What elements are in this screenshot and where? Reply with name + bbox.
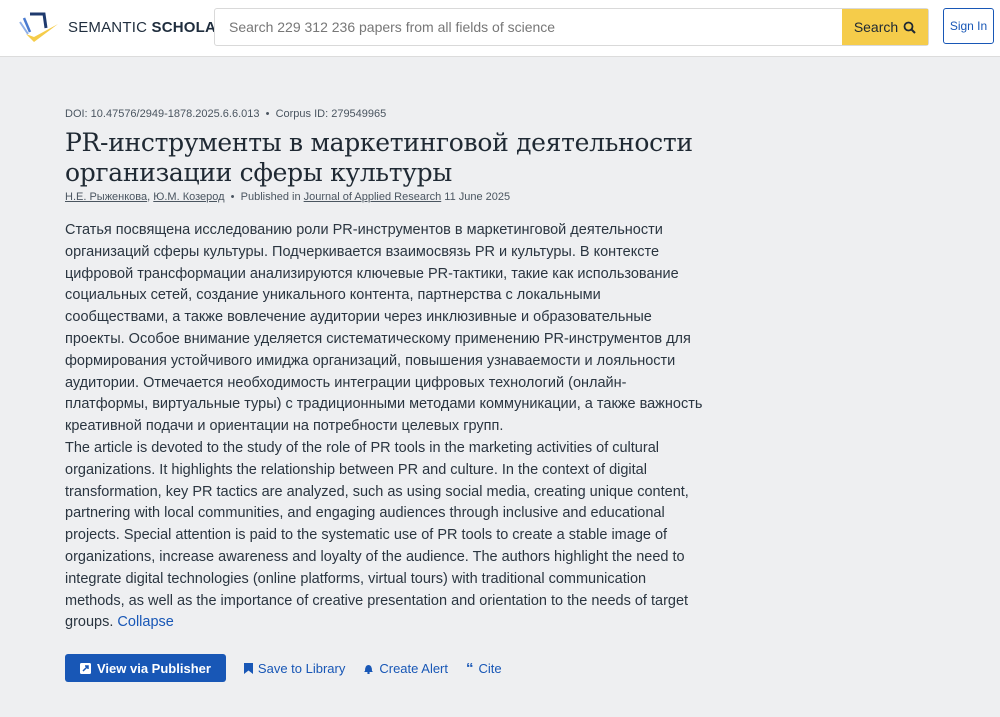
abstract-ru: Статья посвящена исследованию роли PR-ин… — [65, 222, 703, 435]
quote-icon: “ — [466, 659, 474, 677]
byline: Н.Е. Рыженкова, Ю.М. Козерод • Published… — [65, 191, 511, 203]
bookmark-icon — [243, 662, 253, 674]
external-link-icon — [80, 662, 91, 674]
paper-detail: DOI: 10.47576/2949-1878.2025.6.6.013 • C… — [65, 108, 705, 683]
create-alert-button[interactable]: Create Alert — [363, 661, 448, 676]
sign-in-button[interactable]: Sign In — [943, 8, 994, 44]
cite-button[interactable]: “ Cite — [466, 660, 502, 677]
search-icon — [903, 21, 916, 34]
search-input[interactable] — [215, 9, 842, 45]
author-link[interactable]: Н.Е. Рыженкова — [65, 191, 147, 203]
publication-date: 11 June 2025 — [444, 191, 511, 203]
doi: DOI: 10.47576/2949-1878.2025.6.6.013 — [65, 108, 260, 120]
save-to-library-button[interactable]: Save to Library — [243, 660, 346, 676]
search-bar: Search — [214, 8, 929, 46]
view-via-publisher-label: View via Publisher — [97, 660, 211, 676]
published-prefix: Published in — [240, 191, 301, 203]
semantic-scholar-logo[interactable]: SEMANTIC SCHOLAR — [16, 10, 227, 44]
logo-icon — [19, 12, 58, 42]
alert-label: Create Alert — [379, 660, 449, 676]
top-bar: SEMANTIC SCHOLAR Search Sign In — [0, 0, 1000, 57]
paper-meta: DOI: 10.47576/2949-1878.2025.6.6.013 • C… — [65, 108, 387, 120]
author-link[interactable]: Ю.М. Козерод — [153, 191, 224, 203]
venue-link[interactable]: Journal of Applied Research — [304, 191, 442, 203]
corpus-id: Corpus ID: 279549965 — [275, 108, 387, 120]
bell-icon — [364, 664, 374, 674]
search-button-label: Search — [853, 19, 899, 35]
abstract-en-text: The article is devoted to the study of t… — [65, 439, 689, 631]
cite-label: Cite — [478, 660, 502, 676]
abstract: Статья посвящена исследованию роли PR-ин… — [65, 220, 705, 634]
abstract-en: The article is devoted to the study of t… — [65, 438, 705, 634]
paper-title: PR-инструменты в маркетинговой деятельно… — [65, 128, 693, 187]
logo-text-light: SEMANTIC — [68, 18, 152, 36]
view-via-publisher-button[interactable]: View via Publisher — [65, 654, 226, 683]
save-label: Save to Library — [257, 660, 346, 676]
collapse-link[interactable]: Collapse — [117, 614, 173, 630]
search-button[interactable]: Search — [842, 9, 928, 45]
paper-actions: View via Publisher Save to Library Creat… — [65, 654, 705, 683]
